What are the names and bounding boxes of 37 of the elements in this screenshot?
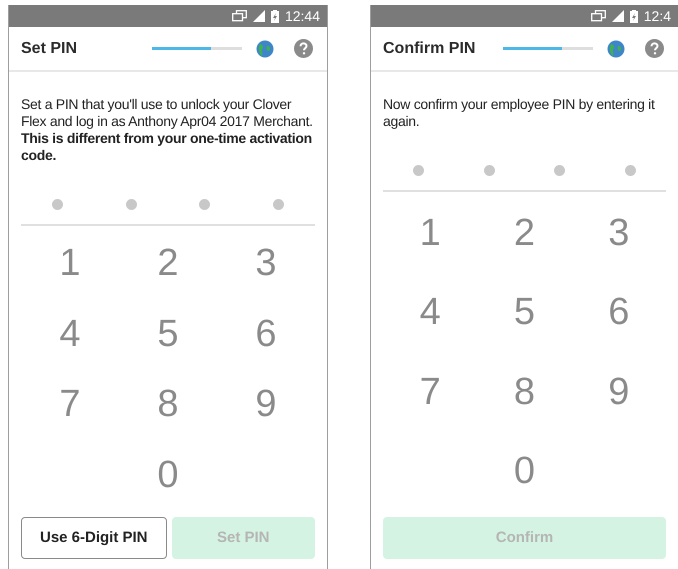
globe-icon[interactable] (256, 40, 274, 58)
screen-title: Confirm PIN (383, 38, 476, 58)
keypad-key[interactable]: 1 (21, 228, 119, 299)
keypad-key[interactable]: 1 (383, 194, 478, 274)
keypad-key[interactable]: 9 (217, 370, 315, 440)
screens-icon (590, 10, 606, 22)
screen-title: Set PIN (21, 38, 78, 58)
keypad-key[interactable]: 9 (572, 352, 666, 432)
instruction-text: Set a PIN that you'll use to unlock your Clover Flex and log in as Anthony Apr04 2017 Merchant. This is different from your one-time activation code. (20, 95, 314, 164)
help-icon[interactable] (294, 39, 313, 58)
help-icon[interactable] (645, 39, 664, 58)
signal-icon (612, 10, 624, 22)
keypad-key[interactable]: 8 (119, 370, 217, 440)
battery-charging-icon (270, 10, 279, 22)
keypad-key[interactable]: 2 (119, 228, 217, 299)
keypad-key[interactable]: 6 (572, 273, 666, 352)
instruction-text: Now confirm your employee PIN by entering it again. (382, 95, 656, 130)
keypad-key[interactable]: 5 (119, 298, 217, 370)
status-time: 12:44 (284, 6, 320, 26)
status-time: 12:4 (644, 6, 671, 26)
keypad-key[interactable]: 2 (477, 194, 572, 274)
keypad-key[interactable]: 8 (477, 352, 572, 432)
battery-charging-icon (630, 10, 638, 22)
keypad-key[interactable]: 7 (21, 370, 119, 440)
keypad-key[interactable]: 4 (383, 273, 478, 352)
signal-icon (252, 10, 265, 22)
keypad-key[interactable]: 0 (477, 432, 572, 511)
screens-icon (232, 10, 247, 22)
keypad-key[interactable]: 3 (217, 228, 315, 299)
keypad-key[interactable]: 3 (572, 194, 666, 274)
keypad-key[interactable]: 7 (383, 352, 478, 432)
keypad-key[interactable]: 5 (477, 273, 572, 352)
keypad-key[interactable]: 4 (21, 298, 119, 370)
globe-icon[interactable] (607, 40, 625, 58)
keypad-key[interactable]: 0 (119, 440, 217, 511)
secondary-button[interactable]: Use 6-Digit PIN (21, 517, 166, 559)
keypad-key[interactable]: 6 (217, 298, 315, 370)
